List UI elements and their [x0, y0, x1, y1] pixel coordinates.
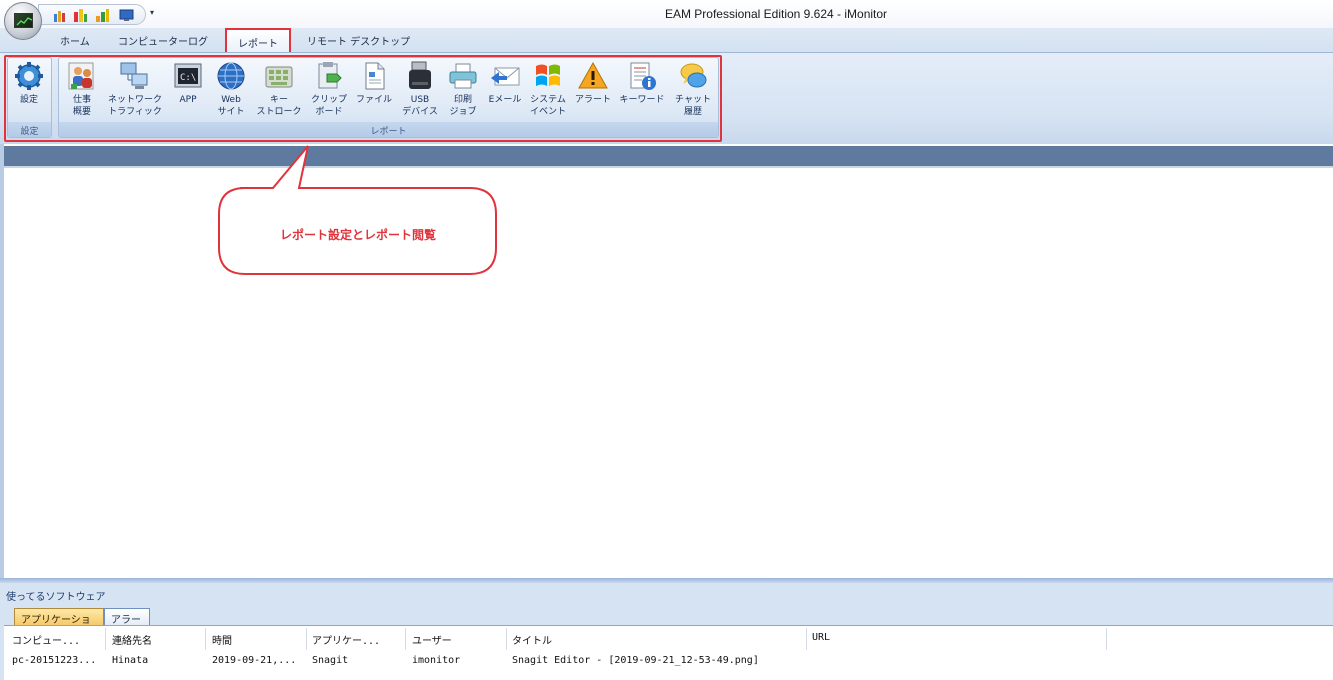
column-separator[interactable] — [1106, 628, 1107, 650]
column-header-contact[interactable]: 連絡先名 — [112, 632, 152, 647]
column-separator[interactable] — [405, 628, 406, 650]
cell-application: Snagit — [312, 655, 349, 666]
content-header-underline — [4, 166, 1333, 168]
column-separator[interactable] — [506, 628, 507, 650]
cell-computer: pc-20151223... — [12, 655, 97, 666]
tab-remote-desktop[interactable]: リモート デスクトップ — [307, 33, 410, 48]
application-menu-button[interactable] — [4, 2, 42, 40]
tab-report-label: レポート — [238, 39, 278, 50]
window-title: EAM Professional Edition 9.624 - iMonito… — [664, 7, 888, 21]
cell-contact: Hinata — [112, 655, 149, 666]
column-separator[interactable] — [806, 628, 807, 650]
column-header-time[interactable]: 時間 — [212, 632, 232, 647]
column-separator[interactable] — [306, 628, 307, 650]
application-window: ▾ EAM Professional Edition 9.624 - iMoni… — [0, 0, 1333, 680]
cell-title: Snagit Editor - [2019-09-21_12-53-49.png… — [512, 655, 759, 666]
panel-title: 使ってるソフトウェア — [6, 592, 106, 603]
column-separator[interactable] — [105, 628, 106, 650]
column-header-computer[interactable]: コンピュー... — [12, 632, 80, 647]
ribbon-tab-row: ホーム コンピューターログ レポート リモート デスクトップ — [0, 28, 1333, 53]
tab-alerts[interactable]: アラート — [104, 608, 150, 641]
cell-user: imonitor — [412, 655, 461, 666]
tab-applications[interactable]: アプリケーション — [14, 608, 104, 641]
ribbon-highlight-frame — [4, 55, 722, 142]
column-header-user[interactable]: ユーザー — [412, 632, 452, 647]
column-header-application[interactable]: アプリケー... — [312, 632, 380, 647]
callout-text: レポート設定とレポート閲覧 — [279, 228, 436, 242]
title-bar: ▾ EAM Professional Edition 9.624 - iMoni… — [0, 0, 1333, 40]
cell-time: 2019-09-21,... — [212, 655, 297, 666]
column-header-title[interactable]: タイトル — [512, 632, 552, 647]
tab-home[interactable]: ホーム — [60, 33, 90, 48]
column-separator[interactable] — [205, 628, 206, 650]
content-header-band — [4, 146, 1333, 166]
software-table: コンピュー... 連絡先名 時間 アプリケー... ユーザー タイトル URL … — [4, 625, 1333, 680]
tab-report[interactable]: レポート — [225, 28, 291, 53]
column-header-url[interactable]: URL — [812, 632, 830, 643]
left-edge — [0, 144, 4, 580]
tab-computer-log[interactable]: コンピューターログ — [118, 33, 208, 48]
monitor-chart-icon — [14, 13, 33, 28]
